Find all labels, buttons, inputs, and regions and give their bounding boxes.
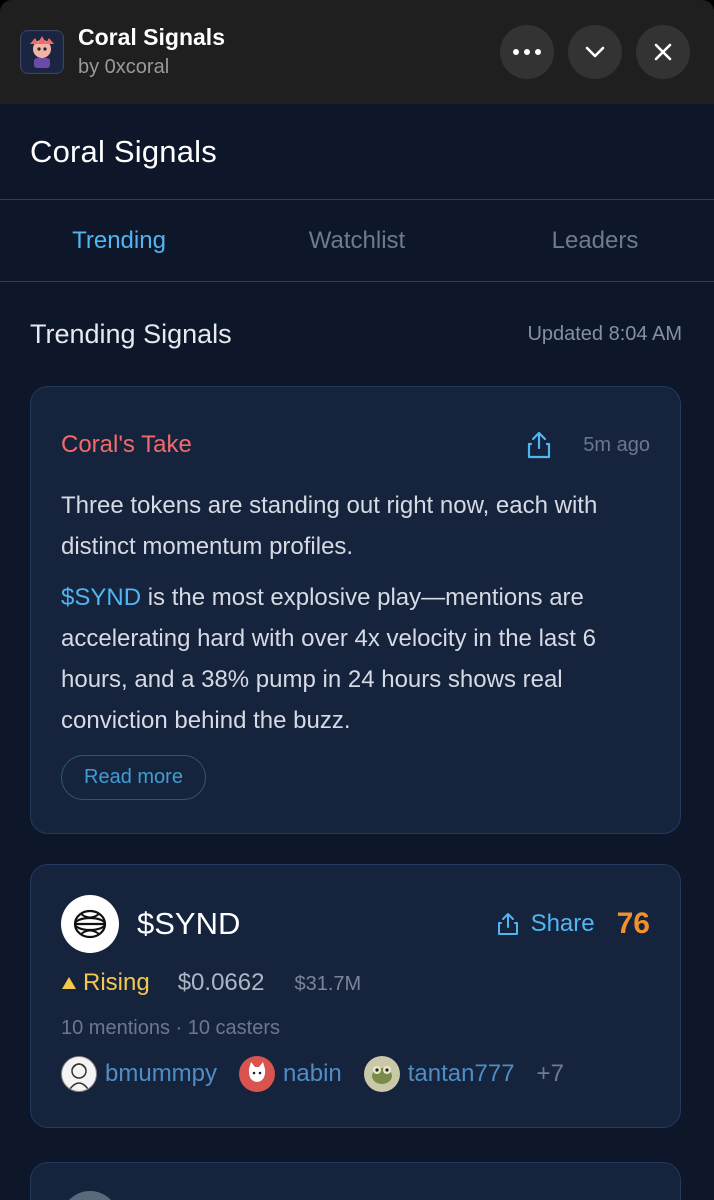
token-logo-icon — [61, 895, 119, 953]
signal-score: 76 — [616, 907, 650, 940]
caster-nabin[interactable]: nabin — [239, 1056, 342, 1092]
read-more-button[interactable]: Read more — [61, 755, 206, 800]
close-button[interactable] — [636, 25, 690, 79]
ticker-link[interactable]: $SYND — [61, 584, 141, 611]
updated-timestamp: Updated 8:04 AM — [527, 322, 682, 345]
ellipsis-icon — [513, 49, 541, 55]
caster-list: bmummpy nabin tantan777 +7 — [61, 1056, 650, 1092]
tab-leaders[interactable]: Leaders — [476, 227, 714, 255]
chevron-down-icon — [585, 46, 605, 58]
take-body: Three tokens are standing out right now,… — [61, 485, 650, 741]
caster-tantan777[interactable]: tantan777 — [363, 1056, 515, 1092]
caster-bmummpy[interactable]: bmummpy — [61, 1056, 217, 1092]
token-card-partial[interactable] — [30, 1162, 681, 1200]
tab-bar: Trending Watchlist Leaders — [0, 200, 714, 282]
mentions-summary: 10 mentions · 10 casters — [61, 1017, 280, 1039]
caster-name: nabin — [283, 1060, 342, 1087]
share-icon — [528, 431, 551, 459]
caster-name: tantan777 — [407, 1060, 515, 1087]
app-title: Coral Signals — [78, 24, 225, 50]
trend-label: Rising — [83, 969, 150, 996]
app-avatar-icon — [20, 30, 64, 74]
avatar — [363, 1056, 400, 1092]
caster-name: bmummpy — [105, 1060, 218, 1087]
token-share-button[interactable]: Share — [497, 910, 595, 938]
token-card[interactable]: $SYND Share 76 Rising $0.0662 $31.7M 10 … — [30, 864, 681, 1128]
mini-app-window: Coral Signals by 0xcoral Coral Signals T… — [0, 0, 714, 1200]
take-share-button[interactable] — [525, 430, 553, 460]
app-author: by 0xcoral — [78, 56, 170, 78]
take-paragraph-2-text: is the most explosive play—mentions are … — [61, 584, 596, 734]
page-header: Coral Signals — [0, 104, 714, 200]
section-header: Trending Signals Updated 8:04 AM — [0, 282, 714, 386]
market-cap: $31.7M — [294, 973, 362, 995]
tab-watchlist[interactable]: Watchlist — [238, 227, 476, 255]
take-timestamp: 5m ago — [583, 433, 650, 456]
triangle-up-icon — [62, 977, 76, 989]
avatar — [61, 1056, 97, 1092]
token-name: $SYND — [137, 906, 241, 941]
close-icon — [654, 43, 672, 61]
collapse-button[interactable] — [568, 25, 622, 79]
avatar — [239, 1056, 276, 1092]
app-top-bar: Coral Signals by 0xcoral — [0, 0, 714, 104]
corals-take-card: Coral's Take 5m ago Three tokens are sta… — [30, 386, 681, 834]
section-title: Trending Signals — [30, 318, 232, 349]
token-logo-icon — [61, 1191, 119, 1200]
tab-trending[interactable]: Trending — [0, 227, 238, 255]
more-casters-count[interactable]: +7 — [537, 1060, 564, 1088]
trend-badge: Rising — [61, 969, 150, 997]
take-paragraph-1: Three tokens are standing out right now,… — [61, 492, 598, 560]
share-icon — [497, 913, 518, 935]
page-title: Coral Signals — [30, 133, 217, 169]
take-paragraph-2: $SYND is the most explosive play—mention… — [61, 577, 650, 741]
share-label: Share — [530, 910, 595, 937]
more-options-button[interactable] — [500, 25, 554, 79]
take-title: Coral's Take — [61, 431, 192, 458]
token-price: $0.0662 — [177, 969, 265, 996]
